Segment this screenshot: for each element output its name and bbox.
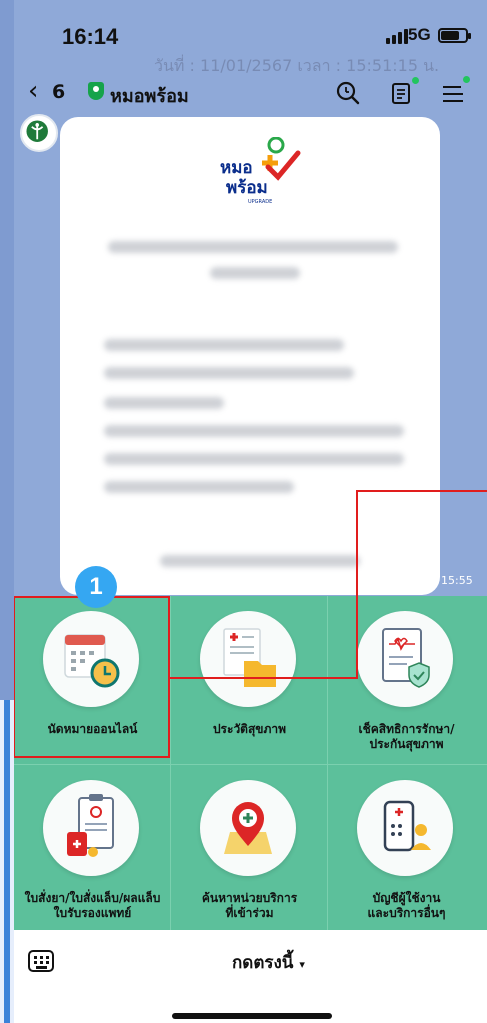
official-shield-icon: [88, 82, 104, 100]
rich-menu-item-label: เช็คสิทธิการรักษา/ ประกันสุขภาพ: [358, 722, 455, 751]
map-location-icon: [224, 802, 272, 854]
user-account-icon: [383, 800, 431, 852]
message-bubble: หมอ พร้อม UPGRADE: [60, 117, 440, 595]
signal-icon: [386, 28, 408, 44]
medical-folder-icon: [223, 628, 276, 687]
chat-title[interactable]: หมอพร้อม: [110, 81, 189, 110]
svg-text:UPGRADE: UPGRADE: [248, 199, 272, 205]
menu-icon[interactable]: [439, 79, 467, 107]
home-indicator[interactable]: [172, 1013, 332, 1019]
chat-header: ‹ 6 หมอพร้อม: [14, 70, 487, 116]
blurred-text: [104, 453, 404, 465]
blurred-text: [104, 339, 344, 351]
back-unread-count[interactable]: 6: [52, 81, 65, 103]
highlight-connector: [168, 677, 358, 679]
blurred-text: [104, 397, 224, 409]
highlight-box: [14, 596, 170, 758]
status-time: 16:14: [62, 24, 119, 49]
blurred-text: [104, 425, 404, 437]
svg-text:หมอ: หมอ: [220, 158, 253, 178]
rich-menu-item-find-service[interactable]: ค้นหาหน่วยบริการ ที่เข้าร่วม: [171, 765, 328, 931]
message-time: 15:55: [441, 574, 473, 587]
mor-prom-logo: หมอ พร้อม UPGRADE: [220, 137, 301, 205]
rich-menu-item-label: ประวัติสุขภาพ: [212, 722, 287, 736]
blurred-text: [104, 367, 354, 379]
status-bar: 16:14 5G วันที่ : 11/01/2567 เวลา : 15:5…: [14, 0, 487, 78]
rich-menu-item-health-history[interactable]: ประวัติสุขภาพ: [171, 596, 328, 762]
svg-text:พร้อม: พร้อม: [226, 178, 268, 198]
rich-menu-item-label: บัญชีผู้ใช้งาน และบริการอื่นๆ: [367, 891, 446, 920]
rich-menu-item-label: ค้นหาหน่วยบริการ ที่เข้าร่วม: [201, 891, 298, 920]
highlight-connector: [356, 490, 358, 679]
icon-circle: [43, 780, 139, 876]
icon-circle: [200, 611, 296, 707]
icon-circle: [357, 780, 453, 876]
keyboard-icon[interactable]: [28, 950, 54, 972]
rich-menu-item-label: ใบสั่งยา/ใบสั่งแล็บ/ผลแล็บ ใบรับรองแพทย์: [24, 891, 161, 920]
prescription-clipboard-icon: [67, 794, 114, 857]
rich-menu-item-prescription[interactable]: ใบสั่งยา/ใบสั่งแล็บ/ผลแล็บ ใบรับรองแพทย์: [14, 765, 171, 931]
blurred-text: [210, 267, 300, 279]
rich-menu-item-check-rights[interactable]: เช็คสิทธิการรักษา/ ประกันสุขภาพ: [328, 596, 485, 762]
notes-icon[interactable]: [387, 79, 415, 107]
blurred-text: [108, 241, 398, 253]
insurance-document-icon: [382, 628, 430, 688]
bottom-bar: กดตรงนี้ ▾: [14, 930, 487, 1023]
caret-down-icon: ▾: [299, 958, 305, 971]
step-number-badge: 1: [75, 566, 117, 608]
phone-screen: 16:14 5G วันที่ : 11/01/2567 เวลา : 15:5…: [14, 0, 487, 1023]
network-label: 5G: [408, 25, 431, 44]
screenshot-frame: 16:14 5G วันที่ : 11/01/2567 เวลา : 15:5…: [0, 0, 487, 1023]
official-account-avatar[interactable]: [20, 114, 58, 152]
icon-circle: [357, 611, 453, 707]
blurred-text: [160, 555, 360, 567]
ministry-emblem-icon: [22, 116, 52, 146]
rich-menu-item-account[interactable]: บัญชีผู้ใช้งาน และบริการอื่นๆ: [328, 765, 485, 931]
notes-notification-dot: [412, 77, 419, 84]
battery-icon: [438, 28, 471, 43]
highlight-connector: [356, 490, 487, 492]
menu-notification-dot: [463, 76, 470, 83]
blurred-text: [104, 481, 294, 493]
rich-menu-toggle[interactable]: กดตรงนี้ ▾: [232, 949, 305, 976]
left-edge-strip: [0, 700, 14, 1023]
search-icon[interactable]: [334, 79, 362, 107]
icon-circle: [200, 780, 296, 876]
rich-menu-toggle-label: กดตรงนี้: [232, 953, 294, 973]
chevron-left-icon[interactable]: ‹: [28, 78, 38, 104]
